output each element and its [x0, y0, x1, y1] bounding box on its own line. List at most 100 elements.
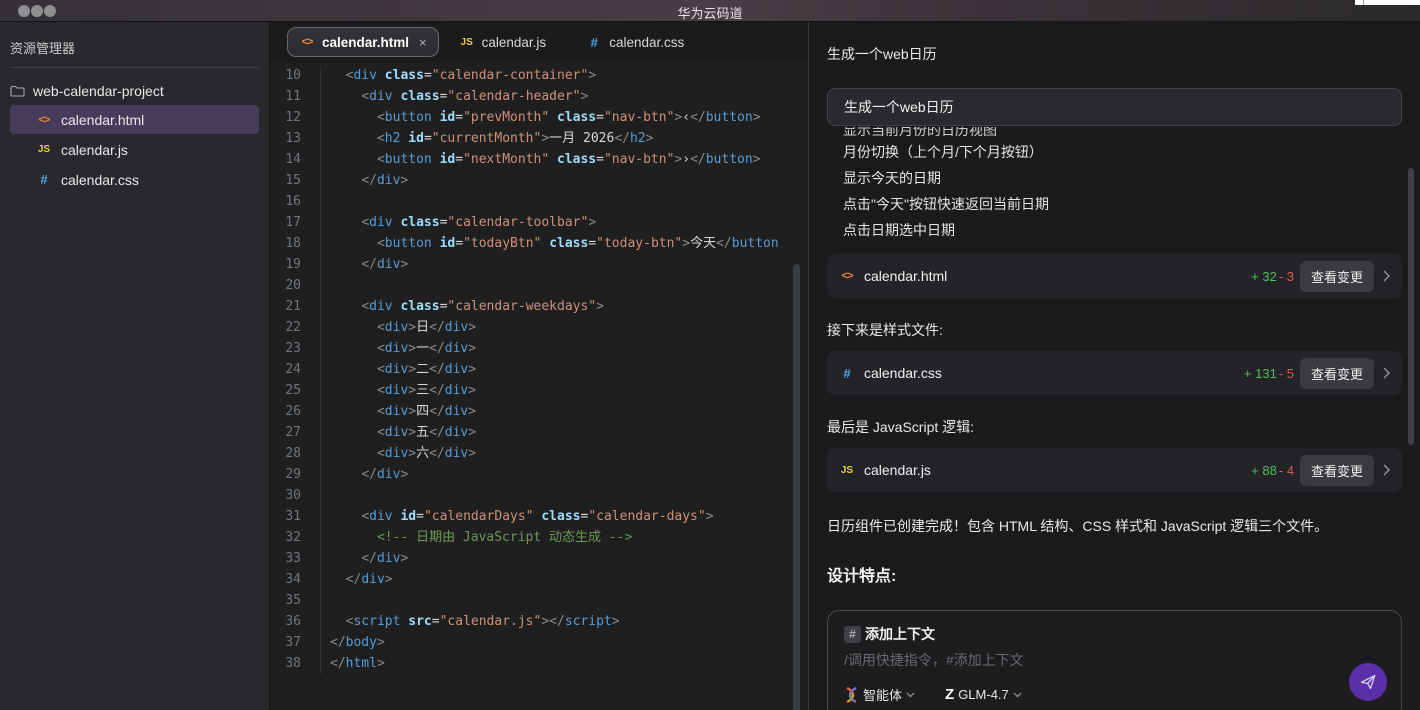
- line-number: 15: [270, 170, 301, 191]
- code-line: 17 <div class="calendar-toolbar">: [270, 212, 808, 233]
- chevron-right-icon[interactable]: [1383, 367, 1390, 379]
- tab-calendar-html[interactable]: <>calendar.html×: [287, 27, 439, 57]
- code-line: 24 <div>二</div>: [270, 359, 808, 380]
- changed-file-name: calendar.js: [864, 462, 1251, 478]
- code-line: 20: [270, 275, 808, 296]
- js-file-icon: JS: [839, 465, 855, 476]
- code-line: 19 </div>: [270, 254, 808, 275]
- model-label: GLM-4.7: [958, 687, 1009, 702]
- chat-scrollbar[interactable]: [1408, 168, 1414, 445]
- agent-icon: [844, 687, 859, 703]
- line-number: 24: [270, 359, 301, 380]
- feature-line: 点击日期选中日期: [843, 217, 1402, 243]
- lines-added: + 131: [1244, 366, 1277, 381]
- input-controls: 智能体 Z GLM-4.7: [844, 685, 1385, 704]
- code-editor[interactable]: 10 <div class="calendar-container">11 <d…: [270, 62, 808, 710]
- close-icon[interactable]: ×: [419, 35, 427, 50]
- model-selector[interactable]: Z GLM-4.7: [945, 686, 1022, 703]
- sidebar-item-calendar-js[interactable]: JScalendar.js: [10, 135, 259, 164]
- tab-calendar-css[interactable]: # calendar.css: [566, 35, 704, 50]
- code-line: 36 <script src="calendar.js"></script>: [270, 611, 808, 632]
- chevron-down-icon: [906, 692, 915, 698]
- line-number: 32: [270, 527, 301, 548]
- hash-icon[interactable]: #: [844, 626, 861, 643]
- tab-label: calendar.css: [609, 35, 684, 50]
- code-line: 12 <button id="prevMonth" class="nav-btn…: [270, 107, 808, 128]
- css-file-icon: #: [36, 172, 52, 187]
- html-file-icon: <>: [299, 36, 315, 48]
- code-line: 13 <h2 id="currentMonth">一月 2026</h2>: [270, 128, 808, 149]
- line-number: 31: [270, 506, 301, 527]
- code-line: 18 <button id="todayBtn" class="today-bt…: [270, 233, 808, 254]
- line-number: 20: [270, 275, 301, 296]
- send-button[interactable]: [1349, 663, 1387, 701]
- conversation-title: 生成一个web日历: [827, 44, 1402, 64]
- design-heading: 设计特点:: [827, 562, 1402, 586]
- code-line: 25 <div>三</div>: [270, 380, 808, 401]
- changed-file-name: calendar.css: [864, 365, 1244, 381]
- editor-vertical-scrollbar[interactable]: [793, 264, 800, 710]
- line-number: 27: [270, 422, 301, 443]
- feature-line: 点击"今天"按钮快速返回当前日期: [843, 191, 1402, 217]
- agent-selector[interactable]: 智能体: [844, 685, 915, 704]
- chevron-right-icon[interactable]: [1383, 270, 1390, 282]
- user-message-text: 生成一个web日历: [844, 99, 954, 115]
- code-line: 33 </div>: [270, 548, 808, 569]
- chevron-right-icon[interactable]: [1383, 464, 1390, 476]
- lines-removed: - 5: [1279, 366, 1294, 381]
- view-changes-button[interactable]: 查看变更: [1300, 358, 1374, 389]
- completion-text: 日历组件已创建完成！包含 HTML 结构、CSS 样式和 JavaScript …: [827, 516, 1402, 536]
- explorer-sidebar: 资源管理器 web-calendar-project <>calendar.ht…: [0, 22, 270, 710]
- sidebar-item-calendar-html[interactable]: <>calendar.html: [10, 105, 259, 134]
- line-number: 17: [270, 212, 301, 233]
- feature-line: 显示今天的日期: [843, 165, 1402, 191]
- line-number: 16: [270, 191, 301, 212]
- line-number: 25: [270, 380, 301, 401]
- line-number: 11: [270, 86, 301, 107]
- add-context-label: 添加上下文: [865, 624, 935, 644]
- model-brand-logo: Z: [945, 686, 954, 703]
- folder-web-calendar-project[interactable]: web-calendar-project: [0, 77, 269, 104]
- line-number: 28: [270, 443, 301, 464]
- code-line: 29 </div>: [270, 464, 808, 485]
- file-name: calendar.js: [61, 142, 128, 158]
- line-number: 29: [270, 464, 301, 485]
- agent-label: 智能体: [863, 685, 902, 704]
- view-changes-button[interactable]: 查看变更: [1300, 261, 1374, 292]
- app-title: 华为云码道: [0, 3, 1420, 22]
- file-card-calendar-js[interactable]: JScalendar.js+ 88- 4查看变更: [827, 448, 1402, 492]
- user-message-bubble: 生成一个web日历: [827, 88, 1402, 126]
- code-line: 38</html>: [270, 653, 808, 674]
- line-number: 22: [270, 317, 301, 338]
- line-number: 37: [270, 632, 301, 653]
- view-changes-button[interactable]: 查看变更: [1300, 455, 1374, 486]
- code-line: 11 <div class="calendar-header">: [270, 86, 808, 107]
- line-number: 34: [270, 569, 301, 590]
- chat-input[interactable]: # 添加上下文 /调用快捷指令，#添加上下文: [827, 610, 1402, 710]
- html-file-icon: <>: [36, 114, 52, 126]
- file-card-calendar-css[interactable]: #calendar.css+ 131- 5查看变更: [827, 351, 1402, 395]
- js-file-icon: JS: [459, 37, 475, 48]
- code-line: 23 <div>一</div>: [270, 338, 808, 359]
- code-line: 10 <div class="calendar-container">: [270, 65, 808, 86]
- feature-line: 月份切换（上个月/下个月按钮）: [843, 139, 1402, 165]
- code-editor-pane: <>calendar.html× JS calendar.js # calendar.c…: [270, 22, 808, 710]
- sidebar-item-calendar-css[interactable]: #calendar.css: [10, 165, 259, 194]
- js-intro-text: 最后是 JavaScript 逻辑:: [827, 417, 1402, 437]
- tab-calendar-js[interactable]: JS calendar.js: [439, 35, 567, 50]
- code-lines: 10 <div class="calendar-container">11 <d…: [270, 65, 808, 674]
- line-number: 36: [270, 611, 301, 632]
- code-line: 28 <div>六</div>: [270, 443, 808, 464]
- file-card-calendar-html[interactable]: <>calendar.html+ 32- 3查看变更: [827, 254, 1402, 298]
- code-line: 31 <div id="calendarDays" class="calenda…: [270, 506, 808, 527]
- changed-file-name: calendar.html: [864, 268, 1251, 284]
- html-file-icon: <>: [839, 270, 855, 282]
- context-chip[interactable]: # 添加上下文: [844, 624, 1385, 644]
- tab-label: calendar.js: [482, 35, 547, 50]
- css-intro-text: 接下来是样式文件:: [827, 320, 1402, 340]
- code-line: 32 <!-- 日期由 JavaScript 动态生成 -->: [270, 527, 808, 548]
- line-number: 35: [270, 590, 301, 611]
- code-line: 22 <div>日</div>: [270, 317, 808, 338]
- input-placeholder: /调用快捷指令，#添加上下文: [844, 650, 1385, 670]
- css-file-icon: #: [586, 35, 602, 50]
